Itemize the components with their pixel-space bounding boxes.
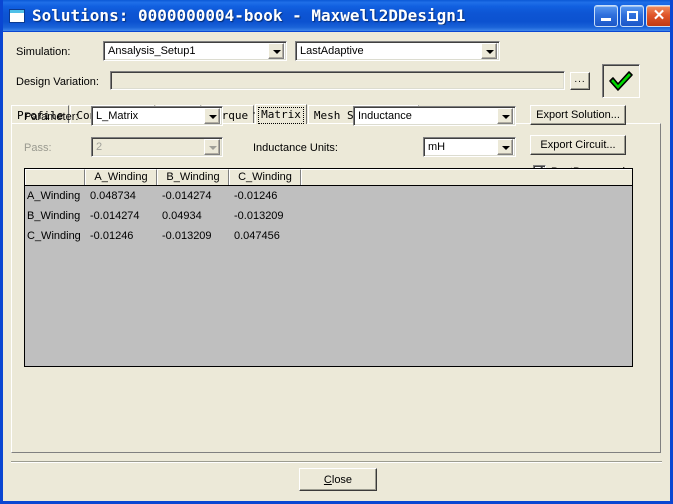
maximize-icon bbox=[627, 10, 638, 21]
table-header-row: A_Winding B_Winding C_Winding bbox=[25, 169, 632, 186]
export-solution-button[interactable]: Export Solution... bbox=[530, 105, 626, 125]
table-cell-ab: -0.014274 bbox=[162, 190, 212, 202]
close-button-mnemonic: C bbox=[323, 473, 332, 486]
parameter-label: Parameter: bbox=[24, 111, 79, 123]
minimize-icon bbox=[601, 17, 611, 21]
table-header-filler bbox=[301, 169, 632, 185]
setup-dropdown-value: Ansalysis_Setup1 bbox=[108, 45, 196, 57]
chevron-down-icon[interactable] bbox=[481, 43, 497, 59]
table-row[interactable]: A_Winding 0.048734 -0.014274 -0.01246 bbox=[25, 186, 632, 206]
table-row-header-b: B_Winding bbox=[27, 210, 81, 222]
design-variation-input[interactable] bbox=[110, 71, 565, 90]
table-cell-bc: -0.013209 bbox=[234, 210, 284, 222]
table-cell-cb: -0.013209 bbox=[162, 230, 212, 242]
tab-matrix[interactable]: Matrix bbox=[255, 104, 307, 124]
table-cell-ca: -0.01246 bbox=[90, 230, 134, 242]
green-check-icon bbox=[609, 71, 633, 91]
window-title: Solutions: 0000000004-book - Maxwell2DDe… bbox=[32, 6, 466, 25]
chevron-down-icon[interactable] bbox=[497, 139, 513, 155]
design-variation-label: Design Variation: bbox=[16, 76, 99, 88]
window-icon bbox=[9, 8, 25, 23]
browse-design-variation-button[interactable]: ... bbox=[570, 72, 590, 90]
title-bar: Solutions: 0000000004-book - Maxwell2DDe… bbox=[3, 0, 670, 32]
minimize-button[interactable] bbox=[594, 4, 618, 27]
dialog-client-area: Simulation: Ansalysis_Setup1 LastAdaptiv… bbox=[3, 32, 670, 501]
solution-dropdown[interactable]: LastAdaptive bbox=[295, 41, 500, 61]
simulation-label: Simulation: bbox=[16, 46, 71, 58]
pass-dropdown: 2 bbox=[91, 137, 223, 157]
inductance-units-label: Inductance Units: bbox=[253, 142, 338, 154]
parameter-dropdown[interactable]: L_Matrix bbox=[91, 106, 223, 126]
close-button-label: Close bbox=[324, 474, 352, 486]
export-circuit-button[interactable]: Export Circuit... bbox=[530, 135, 626, 155]
inductance-units-dropdown[interactable]: mH bbox=[423, 137, 516, 157]
table-row[interactable]: C_Winding -0.01246 -0.013209 0.047456 bbox=[25, 226, 632, 246]
table-row-header-a: A_Winding bbox=[27, 190, 81, 202]
chevron-down-icon[interactable] bbox=[268, 43, 284, 59]
close-button-rest: lose bbox=[331, 473, 353, 486]
close-window-button[interactable]: ✕ bbox=[646, 4, 670, 27]
chevron-down-icon[interactable] bbox=[204, 108, 220, 124]
table-cell-aa: 0.048734 bbox=[90, 190, 136, 202]
chevron-down-icon[interactable] bbox=[497, 108, 513, 124]
table-corner-header bbox=[25, 169, 85, 185]
close-button[interactable]: Close bbox=[299, 468, 377, 491]
pass-dropdown-value: 2 bbox=[96, 141, 103, 153]
tab-matrix-label: Matrix bbox=[261, 108, 301, 121]
table-cell-cc: 0.047456 bbox=[234, 230, 280, 242]
table-cell-ac: -0.01246 bbox=[234, 190, 278, 202]
pass-label: Pass: bbox=[24, 142, 52, 154]
table-column-header-c[interactable]: C_Winding bbox=[229, 169, 301, 185]
solution-dropdown-value: LastAdaptive bbox=[300, 45, 364, 57]
inductance-units-value: mH bbox=[428, 141, 446, 153]
table-cell-ba: -0.014274 bbox=[90, 210, 140, 222]
solutions-dialog: Solutions: 0000000004-book - Maxwell2DDe… bbox=[0, 0, 673, 504]
maximize-button[interactable] bbox=[620, 4, 644, 27]
table-cell-bb: 0.04934 bbox=[162, 210, 202, 222]
matrix-table[interactable]: A_Winding B_Winding C_Winding A_Winding … bbox=[24, 168, 633, 367]
footer-separator bbox=[11, 461, 662, 463]
type-dropdown[interactable]: Inductance bbox=[353, 106, 516, 126]
chevron-down-icon bbox=[204, 139, 220, 155]
table-column-header-a[interactable]: A_Winding bbox=[85, 169, 157, 185]
setup-dropdown[interactable]: Ansalysis_Setup1 bbox=[103, 41, 287, 61]
table-row[interactable]: B_Winding -0.014274 0.04934 -0.013209 bbox=[25, 206, 632, 226]
parameter-dropdown-value: L_Matrix bbox=[96, 110, 139, 122]
apply-variation-button[interactable] bbox=[602, 64, 640, 98]
window-controls: ✕ bbox=[594, 4, 670, 27]
table-column-header-b[interactable]: B_Winding bbox=[157, 169, 229, 185]
table-row-header-c: C_Winding bbox=[27, 230, 81, 242]
close-icon: ✕ bbox=[652, 6, 666, 24]
type-dropdown-value: Inductance bbox=[358, 110, 412, 122]
